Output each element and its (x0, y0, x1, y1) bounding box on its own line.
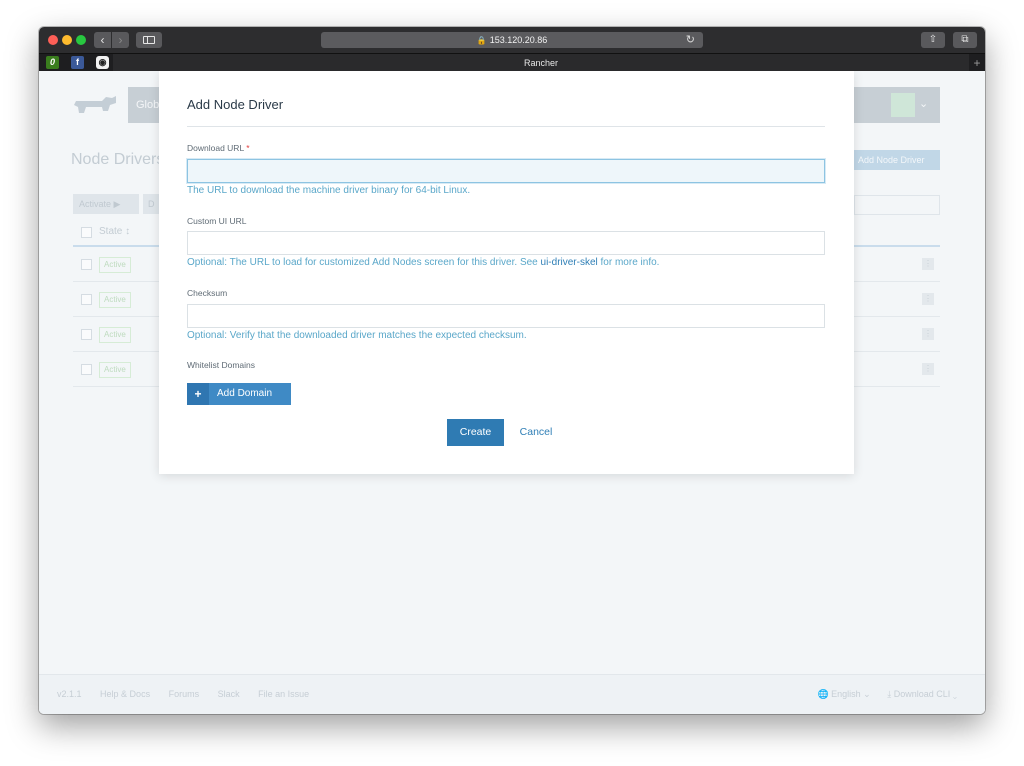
close-window-button[interactable] (48, 35, 58, 45)
download-url-label: Download URL * (187, 143, 250, 153)
reload-icon[interactable]: ↻ (686, 32, 695, 48)
row-checkbox[interactable] (81, 294, 92, 305)
status-badge: Active (99, 292, 131, 308)
row-actions-icon[interactable]: ⋮ (922, 293, 934, 305)
download-url-label-text: Download URL (187, 143, 244, 153)
page-content: Globl ⌄ Node Drivers Add Node Driver Act… (39, 71, 985, 714)
facebook-icon[interactable]: f (71, 56, 84, 69)
row-checkbox[interactable] (81, 364, 92, 375)
rancher-logo-icon (72, 95, 120, 117)
share-button[interactable]: ⇧ (921, 32, 945, 48)
custom-ui-help-prefix: Optional: The URL to load for customized… (187, 257, 541, 268)
row-actions-icon[interactable]: ⋮ (922, 258, 934, 270)
custom-ui-url-label: Custom UI URL (187, 216, 247, 226)
whitelist-domains-label: Whitelist Domains (187, 360, 256, 370)
sidebar-toggle-button[interactable] (136, 32, 162, 48)
status-badge: Active (99, 327, 131, 343)
zoom-window-button[interactable] (76, 35, 86, 45)
forward-button[interactable]: › (112, 32, 129, 48)
file-issue-link[interactable]: File an Issue (258, 689, 309, 699)
page-title: Node Drivers (71, 151, 165, 168)
language-selector[interactable]: 🌐 English ⌄ (817, 689, 870, 699)
browser-toolbar: ‹ › 🔒 153.120.20.86 ↻ ⇧ ⧉ (39, 27, 985, 53)
tab-rancher[interactable]: Rancher (113, 54, 969, 72)
sidebar-icon (143, 36, 155, 44)
rancher-logo-svg (74, 96, 116, 113)
add-node-driver-modal: Add Node Driver Download URL * The URL t… (159, 71, 854, 474)
github-icon[interactable]: ◉ (96, 56, 109, 69)
share-icon: ⇧ (928, 34, 938, 45)
version-link[interactable]: v2.1.1 (57, 689, 82, 699)
add-domain-label: Add Domain (217, 388, 273, 399)
lock-icon: 🔒 (476, 36, 487, 45)
custom-ui-url-input[interactable] (187, 231, 825, 255)
modal-title: Add Node Driver (187, 97, 284, 112)
chevron-left-icon: ‹ (100, 33, 105, 47)
create-button[interactable]: Create (447, 419, 504, 446)
back-button[interactable]: ‹ (94, 32, 111, 48)
download-cli-link[interactable]: ⤓ Download CLI ⌄ (887, 689, 957, 699)
search-input[interactable] (854, 195, 940, 215)
footer-right: 🌐 English ⌄ ⤓ Download CLI ⌄ (803, 689, 957, 700)
modal-divider (187, 126, 825, 127)
add-node-driver-button[interactable]: Add Node Driver (854, 150, 940, 170)
download-url-input[interactable] (187, 159, 825, 183)
activate-button[interactable]: Activate ▶ (73, 194, 139, 214)
footer-links: v2.1.1 Help & Docs Forums Slack File an … (57, 689, 325, 699)
required-mark: * (246, 143, 250, 153)
tabs-icon: ⧉ (961, 34, 969, 45)
new-tab-button[interactable]: + (969, 54, 985, 72)
row-actions-icon[interactable]: ⋮ (922, 363, 934, 375)
tab-bar: 0 f ◉ Rancher + (39, 53, 985, 72)
add-domain-button[interactable]: + Add Domain (187, 383, 291, 405)
checksum-input[interactable] (187, 304, 825, 328)
checksum-help: Optional: Verify that the downloaded dri… (187, 330, 527, 341)
cancel-button[interactable]: Cancel (516, 419, 556, 446)
status-badge: Active (99, 362, 131, 378)
row-checkbox[interactable] (81, 259, 92, 270)
custom-ui-url-help: Optional: The URL to load for customized… (187, 257, 659, 268)
minimize-window-button[interactable] (62, 35, 72, 45)
chevron-down-icon: ⌄ (919, 98, 929, 110)
chevron-right-icon: › (118, 33, 123, 47)
address-text: 153.120.20.86 (489, 35, 548, 45)
browser-window: ‹ › 🔒 153.120.20.86 ↻ ⇧ ⧉ 0 f ◉ Rancher +… (39, 27, 985, 714)
status-badge: Active (99, 257, 131, 273)
download-url-help: The URL to download the machine driver b… (187, 185, 471, 196)
ui-driver-skel-link[interactable]: ui-driver-skel (541, 257, 598, 268)
row-actions-icon[interactable]: ⋮ (922, 328, 934, 340)
select-all-checkbox[interactable] (81, 227, 92, 238)
slack-link[interactable]: Slack (218, 689, 240, 699)
checksum-label: Checksum (187, 288, 228, 298)
show-tabs-button[interactable]: ⧉ (953, 32, 977, 48)
plus-icon: + (187, 383, 209, 405)
page-footer: v2.1.1 Help & Docs Forums Slack File an … (39, 674, 985, 714)
address-bar[interactable]: 🔒 153.120.20.86 ↻ (321, 32, 703, 48)
forums-link[interactable]: Forums (169, 689, 200, 699)
custom-ui-help-suffix: for more info. (597, 257, 660, 268)
evernote-icon[interactable]: 0 (46, 56, 59, 69)
avatar[interactable] (891, 93, 915, 117)
row-checkbox[interactable] (81, 329, 92, 340)
state-column-header[interactable]: State ↕ (99, 226, 130, 237)
help-docs-link[interactable]: Help & Docs (100, 689, 150, 699)
